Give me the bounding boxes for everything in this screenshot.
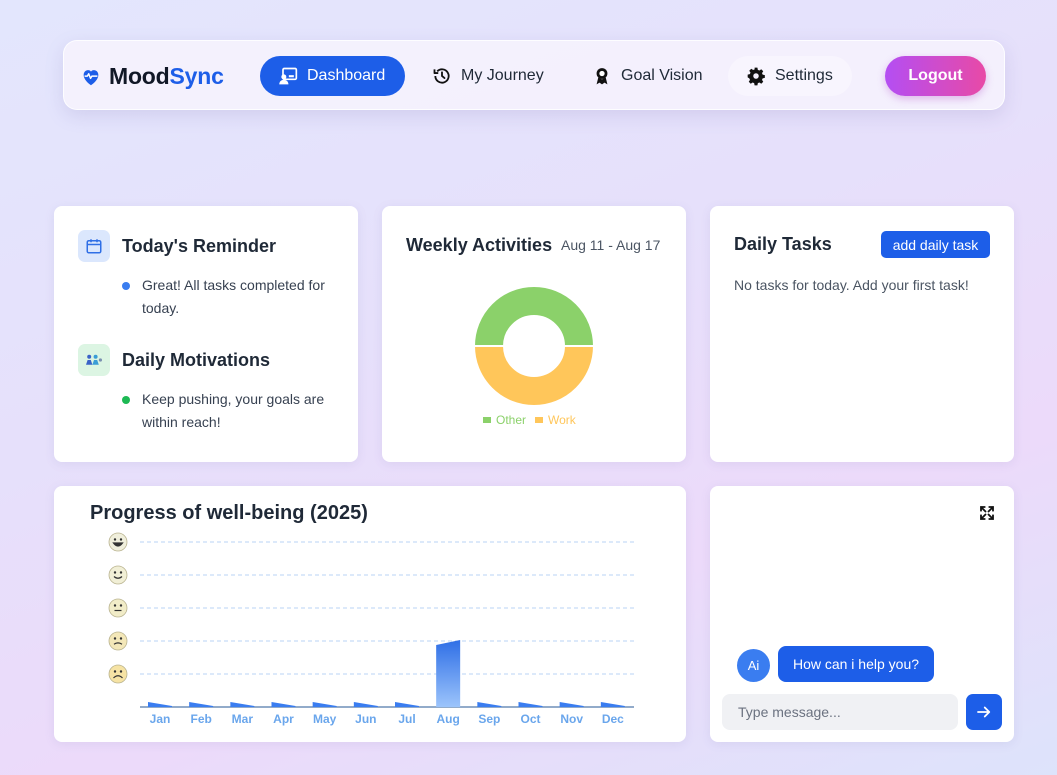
reminder-card: Today's Reminder Great! All tasks comple… <box>54 206 358 462</box>
bar-dec[interactable] <box>600 702 625 707</box>
x-tick-label: Jun <box>355 712 376 726</box>
bar-aug[interactable] <box>436 640 461 707</box>
logout-button[interactable]: Logout <box>885 56 986 96</box>
emoji-very-happy-icon <box>108 532 128 552</box>
ai-avatar: Ai <box>737 649 770 682</box>
progress-title: Progress of well-being (2025) <box>90 502 368 524</box>
donut-slice-work[interactable] <box>474 345 594 406</box>
history-icon <box>433 68 450 84</box>
add-daily-task-button[interactable]: add daily task <box>881 231 990 258</box>
x-tick-label: Dec <box>602 712 624 726</box>
x-tick-label: Aug <box>437 712 460 726</box>
x-tick-label: May <box>313 712 337 726</box>
legend-work[interactable]: Work <box>535 413 576 427</box>
bar-apr[interactable] <box>271 702 296 707</box>
x-tick-label: Apr <box>273 712 294 726</box>
x-tick-label: Mar <box>232 712 254 726</box>
legend-other-swatch <box>483 417 491 423</box>
send-button[interactable] <box>966 694 1002 730</box>
bar-may[interactable] <box>312 702 337 707</box>
bar-feb[interactable] <box>189 702 214 707</box>
emoji-sad-icon <box>108 631 128 651</box>
nav-my-journey[interactable]: My Journey <box>414 56 564 96</box>
x-tick-label: Nov <box>560 712 583 726</box>
dashboard-icon <box>279 67 298 85</box>
x-tick-label: Feb <box>190 712 211 726</box>
calendar-icon <box>78 230 110 262</box>
emoji-very-sad-icon <box>108 664 128 684</box>
weekly-title: Weekly Activities <box>406 235 553 255</box>
emoji-neutral-icon <box>108 598 128 618</box>
bar-jun[interactable] <box>353 702 378 707</box>
bar-sep[interactable] <box>477 702 502 707</box>
bar-nov[interactable] <box>559 702 584 707</box>
bar-jan[interactable] <box>148 702 172 707</box>
nav-goal-vision[interactable]: Goal Vision <box>574 56 729 96</box>
x-tick-label: Jan <box>150 712 171 726</box>
daily-tasks-card: Daily Tasks add daily task No tasks for … <box>710 206 1014 462</box>
expand-icon[interactable] <box>978 504 996 522</box>
legend-work-swatch <box>535 417 543 423</box>
x-tick-label: Jul <box>398 712 415 726</box>
heart-pulse-icon <box>83 69 99 85</box>
nav-dashboard[interactable]: Dashboard <box>260 56 405 96</box>
ai-message-bubble: How can i help you? <box>778 646 934 682</box>
reminder-text: Great! All tasks completed for today. <box>142 277 325 316</box>
motivation-text: Keep pushing, your goals are within reac… <box>142 391 325 430</box>
motivation-bullet <box>122 396 130 404</box>
weekly-donut-chart <box>474 286 594 406</box>
brand-logo[interactable]: MoodSync <box>80 63 224 90</box>
donut-slice-other[interactable] <box>474 286 594 347</box>
motivation-title: Daily Motivations <box>122 350 271 370</box>
brand-name: MoodSync <box>109 63 224 89</box>
arrow-right-icon <box>977 706 991 718</box>
weekly-date-range: Aug 11 - Aug 17 <box>561 237 661 253</box>
x-tick-label: Sep <box>478 712 500 726</box>
gear-icon <box>747 67 765 86</box>
bar-oct[interactable] <box>518 702 543 707</box>
people-icon <box>78 344 110 376</box>
tasks-title: Daily Tasks <box>734 234 832 254</box>
x-tick-label: Oct <box>520 712 540 726</box>
bar-mar[interactable] <box>230 702 255 707</box>
wellbeing-bar-chart: Jan Feb Mar Apr May Jun Jul Aug Sep Oct Nov Dec <box>108 532 634 726</box>
tasks-empty-message: No tasks for today. Add your first task! <box>734 277 969 293</box>
award-icon <box>596 68 608 85</box>
weekly-activities-card: Weekly Activities Aug 11 - Aug 17 Other … <box>382 206 686 462</box>
message-input[interactable] <box>722 694 958 730</box>
bar-jul[interactable] <box>395 702 419 707</box>
progress-card: Progress of well-being (2025) Jan Feb Mar A… <box>54 486 686 742</box>
emoji-happy-icon <box>108 565 128 585</box>
chat-card: Ai How can i help you? <box>710 486 1014 742</box>
nav-settings[interactable]: Settings <box>728 56 852 96</box>
top-navbar: MoodSync Dashboard My Journey Goal Visio… <box>63 40 1005 110</box>
reminder-title: Today's Reminder <box>122 236 276 256</box>
legend-other[interactable]: Other <box>483 413 526 427</box>
reminder-bullet <box>122 282 130 290</box>
